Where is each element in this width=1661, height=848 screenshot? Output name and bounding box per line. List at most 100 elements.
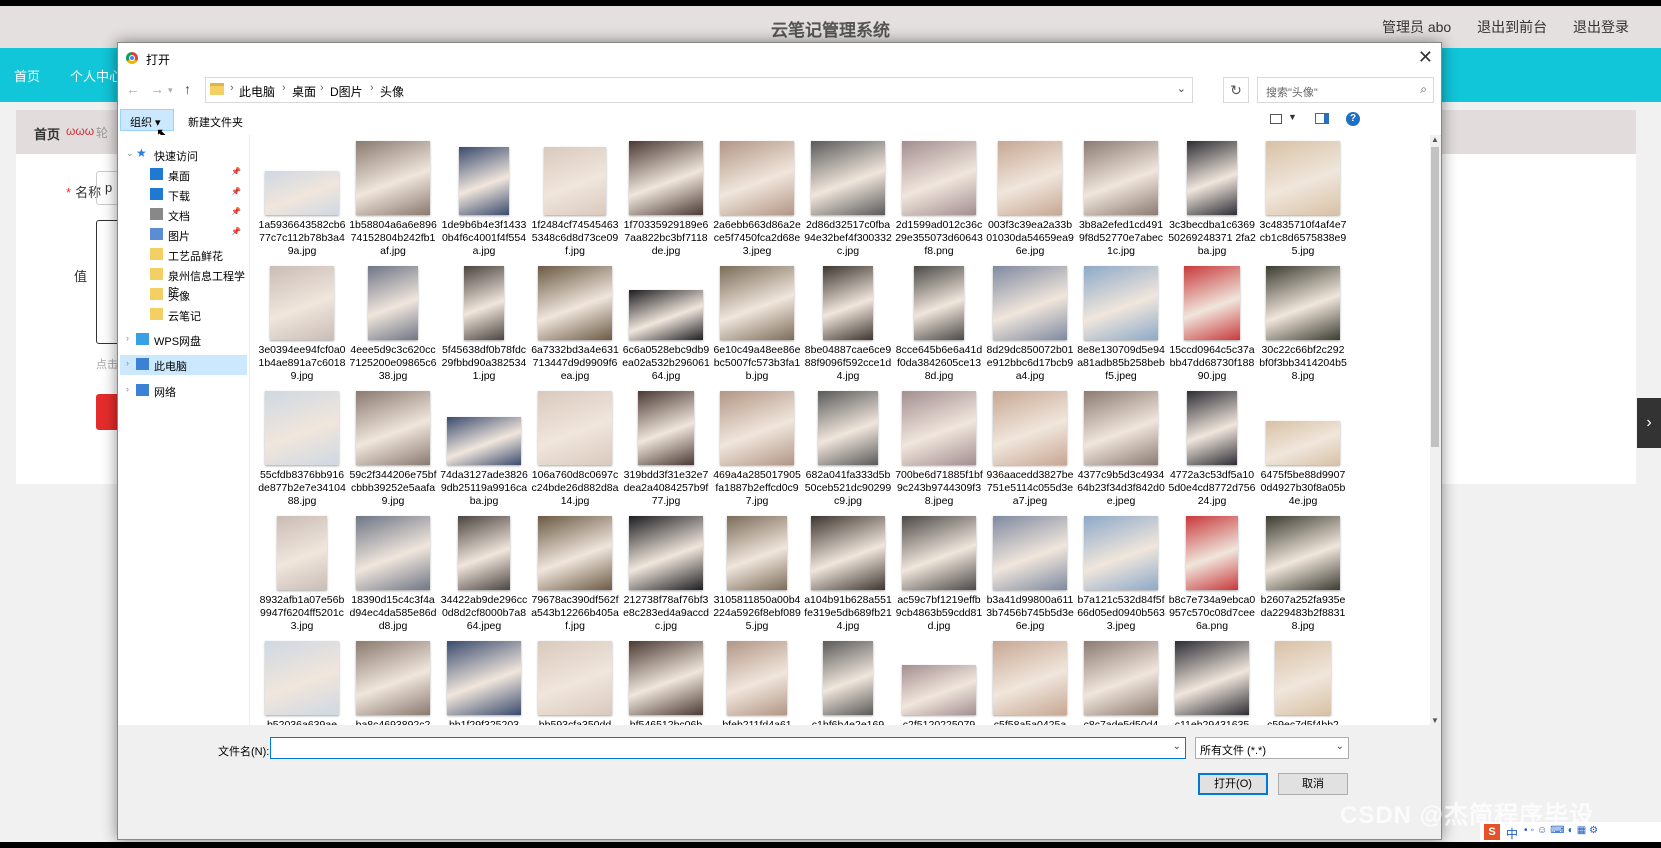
expand-chevron-icon[interactable]: › (126, 384, 129, 394)
scrollbar-thumb[interactable] (1431, 147, 1439, 447)
ime-tools-icon[interactable]: •◦☺⌨◐▦⚙ (1524, 825, 1601, 836)
file-item[interactable]: 8cce645b6e6a41df0da3842605ce138d.jpg (895, 266, 983, 390)
file-item[interactable]: 1f2484cf745454635348c6d8d73ce09f.jpg (531, 141, 619, 265)
ime-language[interactable]: 中 (1506, 825, 1518, 842)
back-arrow-icon[interactable]: ← (126, 81, 140, 97)
expand-chevron-icon[interactable]: › (126, 333, 129, 343)
file-item[interactable]: 936aacedd3827be751e5114c055d3ea7.jpeg (986, 391, 1074, 515)
file-item[interactable]: 106a760d8c0697cc24bde26d882d8a14.jpg (531, 391, 619, 515)
file-item[interactable]: 3b8a2efed1cd4919f8d52770e7abec1c.jpg (1077, 141, 1165, 265)
file-item[interactable]: bf546512bc06b (622, 641, 710, 725)
help-icon[interactable]: ? (1346, 112, 1360, 126)
file-item[interactable]: bb1f29f325203 (440, 641, 528, 725)
file-item[interactable]: 3c3becdba1c636950269248371 2fa2ba.jpg (1168, 141, 1256, 265)
nav-item-crafts-flowers[interactable]: 工艺品鲜花 (120, 245, 247, 265)
pin-icon[interactable]: 📌 (231, 187, 241, 196)
file-item[interactable]: c59ec7d5f4bb2 (1259, 641, 1347, 725)
file-item[interactable]: 55cfdb8376bb916de877b2e7e3410488.jpg (258, 391, 346, 515)
refresh-icon[interactable]: ↻ (1223, 77, 1249, 103)
file-item[interactable]: 1a5936643582cb677c7c112b78b3a49a.jpg (258, 141, 346, 265)
file-item[interactable]: 8e8e130709d5e94a81adb85b258bebf5.jpeg (1077, 266, 1165, 390)
file-item[interactable]: 2d86d32517c0fba94e32bef4f300332c.jpg (804, 141, 892, 265)
nav-item-pictures[interactable]: 图片 📌 (120, 225, 247, 245)
file-item[interactable]: 4772a3c53df5a105d0e4cd8772d75624.jpg (1168, 391, 1256, 515)
nav-home[interactable]: 首页 (14, 66, 40, 85)
file-item[interactable]: 18390d15c4c3f4ad94ec4da585e86dd8.jpg (349, 516, 437, 640)
nav-item-wps-drive[interactable]: › WPS网盘 (120, 330, 247, 350)
file-item[interactable]: b3a41d99800a6113b7456b745b5d3e6e.jpg (986, 516, 1074, 640)
logout-link[interactable]: 退出登录 (1573, 19, 1629, 35)
file-item[interactable]: 6a7332bd3a4e631713447d9d9909f6ea.jpg (531, 266, 619, 390)
path-segment-thispc[interactable]: 此电脑 (239, 83, 275, 100)
filename-input[interactable]: ⌄ (270, 737, 1186, 759)
up-arrow-icon[interactable]: ↑ (184, 81, 191, 97)
view-options-icon[interactable] (1270, 114, 1282, 124)
scroll-up-icon[interactable]: ▲ (1430, 135, 1440, 144)
file-item[interactable]: ac59c7bf1219effb9cb4863b59cdd81d.jpg (895, 516, 983, 640)
search-box[interactable]: 搜索"头像" ⌕ (1257, 77, 1434, 103)
exit-to-front-link[interactable]: 退出到前台 (1477, 19, 1547, 35)
nav-item-downloads[interactable]: 下载 📌 (120, 185, 247, 205)
path-segment-dpictures[interactable]: D图片 (330, 83, 363, 100)
path-segment-desktop[interactable]: 桌面 (292, 83, 316, 100)
path-segment-avatars[interactable]: 头像 (380, 83, 404, 100)
nav-item-cloud-notes[interactable]: 云笔记 (120, 305, 247, 325)
nav-item-avatars[interactable]: 头像 (120, 285, 247, 305)
file-item[interactable]: c8c7ade5d50d4 (1077, 641, 1165, 725)
scroll-down-icon[interactable]: ▼ (1430, 716, 1440, 725)
file-item[interactable]: 682a041fa333d5b50ceb521dc90299c9.jpg (804, 391, 892, 515)
file-item[interactable]: bb593cfa350dd (531, 641, 619, 725)
file-item[interactable]: ba8c4693892c2 (349, 641, 437, 725)
file-item[interactable]: 6475f5be88d99070d4927b30f8a05b4e.jpg (1259, 391, 1347, 515)
nav-item-this-pc[interactable]: › 此电脑 (120, 355, 247, 375)
file-item[interactable]: 8be04887cae6ce988f9096f592cce1d4.jpg (804, 266, 892, 390)
address-bar[interactable]: › 此电脑 › 桌面 › D图片 › 头像 ⌄ (205, 77, 1193, 103)
file-item[interactable]: c11eb29431635 (1168, 641, 1256, 725)
view-dropdown-icon[interactable]: ▼ (1288, 112, 1297, 122)
nav-item-documents[interactable]: 文档 📌 (120, 205, 247, 225)
file-item[interactable]: 8d29dc850072b01e912bbc6d17bcb9a4.jpg (986, 266, 1074, 390)
pin-icon[interactable]: 📌 (231, 227, 241, 236)
vertical-scrollbar[interactable]: ▲ ▼ (1430, 135, 1440, 725)
breadcrumb-item[interactable]: ωωω (66, 124, 94, 138)
file-item[interactable]: 2a6ebb663d86a2ece5f7450fca2d68e3.jpeg (713, 141, 801, 265)
nav-item-quick-access[interactable]: ⌄ ★ 快速访问 (120, 145, 247, 165)
nav-item-desktop[interactable]: 桌面 📌 (120, 165, 247, 185)
file-item[interactable]: 1de9b6b4e3f14330b4f6c4001f4f554a.jpg (440, 141, 528, 265)
cancel-button[interactable]: 取消 (1278, 773, 1348, 795)
file-item[interactable]: 3c4835710f4af4e7cb1c8d6575838e95.jpg (1259, 141, 1347, 265)
file-item[interactable]: 74da3127ade38269db25119a9916caba.jpg (440, 391, 528, 515)
file-item[interactable]: 212738f78af76bf3e8c283ed4a9accdc.jpg (622, 516, 710, 640)
pin-icon[interactable]: 📌 (231, 167, 241, 176)
file-item[interactable]: 1f70335929189e67aa822bc3bf7118de.jpg (622, 141, 710, 265)
close-icon[interactable]: ✕ (1418, 47, 1433, 68)
nav-profile[interactable]: 个人中心 (70, 66, 122, 85)
file-item[interactable]: 34422ab9de296cc0d8d2cf8000b7a864.jpeg (440, 516, 528, 640)
file-item[interactable]: 59c2f344206e75bfcbbb39252e5aafa9.jpg (349, 391, 437, 515)
file-item[interactable]: c2f5120225079 (895, 641, 983, 725)
expand-chevron-icon[interactable]: › (126, 358, 129, 368)
filetype-select[interactable]: 所有文件 (*.*) ⌄ (1195, 737, 1349, 759)
file-item[interactable]: 30c22c66bf2c292bf0f3bb3414204b58.jpg (1259, 266, 1347, 390)
new-folder-button[interactable]: 新建文件夹 (188, 114, 243, 130)
file-item[interactable]: 8932afb1a07e56b9947f6204ff5201c3.jpg (258, 516, 346, 640)
forward-arrow-icon[interactable]: → (150, 81, 164, 97)
file-item[interactable]: 3105811850a00b4224a5926f8ebf0895.jpg (713, 516, 801, 640)
preview-pane-icon[interactable] (1315, 113, 1329, 124)
file-item[interactable]: 4eee5d9c3c620cc7125200e09865c638.jpg (349, 266, 437, 390)
file-item[interactable]: 469a4a285017905fa1887b2effcd0c97.jpg (713, 391, 801, 515)
file-item[interactable]: 319bdd3f31e32e7dea2a4084257b9f77.jpg (622, 391, 710, 515)
address-dropdown-icon[interactable]: ⌄ (1177, 82, 1186, 95)
file-item[interactable]: b7a121c532d84f5f66d05ed0940b5633.jpeg (1077, 516, 1165, 640)
open-button[interactable]: 打开(O) (1198, 773, 1268, 795)
file-item[interactable]: c1bf6b4e2e169 (804, 641, 892, 725)
file-item[interactable]: 700be6d71885f1bf9c243b9744309f38.jpeg (895, 391, 983, 515)
file-item[interactable]: 4377c9b5d3c493464b23f34d3f842d0e.jpeg (1077, 391, 1165, 515)
file-item[interactable]: 79678ac390df562fa543b12266b405af.jpg (531, 516, 619, 640)
file-item[interactable]: b8c7e734a9ebca0957c570c08d7cee6a.png (1168, 516, 1256, 640)
file-item[interactable]: b52036a639ae (258, 641, 346, 725)
sogou-icon[interactable]: S (1484, 824, 1500, 840)
file-item[interactable]: 5f45638df0b78fdc29fbbd90a3825341.jpg (440, 266, 528, 390)
filename-dropdown-icon[interactable]: ⌄ (1173, 741, 1181, 752)
pin-icon[interactable]: 📌 (231, 207, 241, 216)
